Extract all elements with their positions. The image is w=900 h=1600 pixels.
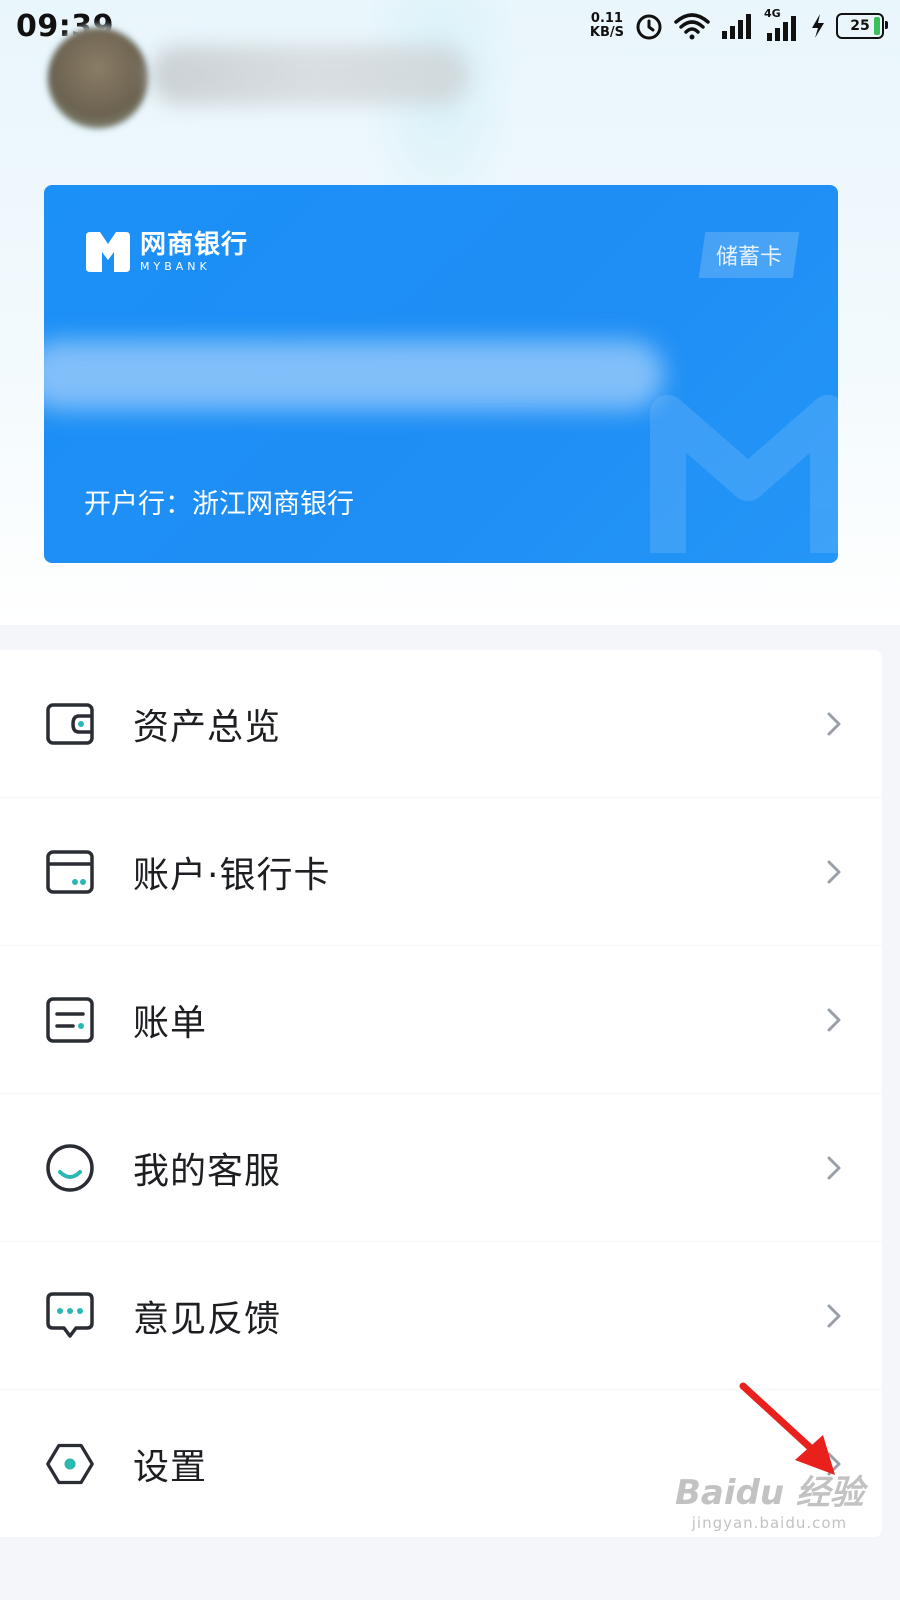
menu-item-asset-overview[interactable]: 资产总览 xyxy=(0,650,882,798)
status-icons: 0.11 KB/S 4G 25 xyxy=(590,7,888,41)
bank-name-en: MYBANK xyxy=(140,260,211,273)
battery-indicator: 25 xyxy=(836,13,888,39)
baidu-watermark: Baidu 经验 jingyan.baidu.com xyxy=(675,1465,864,1532)
chevron-right-icon xyxy=(827,1008,841,1031)
battery-fill xyxy=(874,17,880,35)
chevron-right-icon xyxy=(827,1304,841,1327)
alarm-icon xyxy=(636,14,662,40)
username-blurred xyxy=(150,45,470,105)
network-speed-value: 0.11 xyxy=(590,11,623,26)
settings-icon xyxy=(45,1439,95,1489)
wallet-icon xyxy=(45,699,95,749)
avatar[interactable] xyxy=(45,25,151,131)
chevron-right-icon xyxy=(827,1156,841,1179)
bank-name: 网商银行 xyxy=(140,230,249,260)
card-watermark-logo xyxy=(650,395,838,553)
card-type-label: 储蓄卡 xyxy=(715,245,782,270)
menu-item-customer-service[interactable]: 我的客服 xyxy=(0,1094,882,1242)
charging-icon xyxy=(812,14,824,38)
open-bank-label: 开户行：浙江网商银行 xyxy=(84,489,354,520)
network-speed-unit: KB/S xyxy=(589,25,624,40)
menu-label: 账户·银行卡 xyxy=(133,854,331,896)
wifi-icon xyxy=(674,13,710,40)
bank-card-icon xyxy=(45,847,95,897)
card-number-blurred xyxy=(44,340,664,410)
menu-label: 意见反馈 xyxy=(133,1298,282,1340)
menu-item-feedback[interactable]: 意见反馈 xyxy=(0,1242,882,1390)
watermark-sub: jingyan.baidu.com xyxy=(691,1514,848,1532)
battery-level: 25 xyxy=(850,18,870,34)
chevron-right-icon xyxy=(827,712,841,735)
menu-label: 资产总览 xyxy=(133,706,282,748)
bank-card[interactable]: 网商银行 MYBANK 储蓄卡 开户行：浙江网商银行 xyxy=(44,185,838,563)
bank-logo: 网商银行 MYBANK xyxy=(84,230,248,274)
feedback-icon xyxy=(45,1291,95,1341)
signal-4g-icon xyxy=(767,16,796,41)
card-type-badge: 储蓄卡 xyxy=(698,232,800,278)
menu-label: 我的客服 xyxy=(133,1150,282,1192)
signal-icon xyxy=(722,14,751,39)
chevron-right-icon xyxy=(827,860,841,883)
menu-item-bill[interactable]: 账单 xyxy=(0,946,882,1094)
customer-service-icon xyxy=(45,1143,95,1193)
bill-icon xyxy=(45,995,95,1045)
mybank-logo-icon xyxy=(86,232,130,272)
menu-label: 账单 xyxy=(133,1002,208,1044)
network-speed: 0.11 KB/S xyxy=(590,12,624,40)
signal-4g: 4G xyxy=(764,7,800,41)
menu-item-account-bank-card[interactable]: 账户·银行卡 xyxy=(0,798,882,946)
watermark-main: Baidu 经验 xyxy=(675,1473,864,1513)
menu-label: 设置 xyxy=(133,1446,208,1488)
